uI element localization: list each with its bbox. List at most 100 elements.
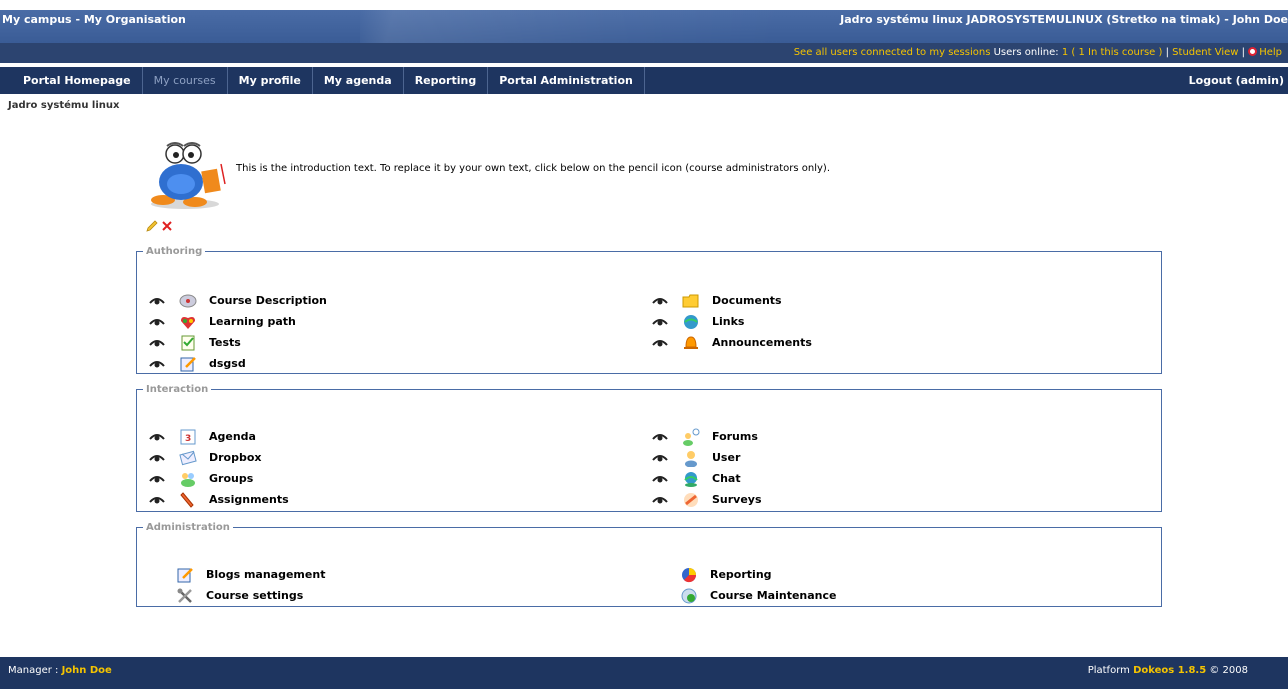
authoring-left-column: Course Description Learning path Tests d…	[149, 290, 327, 374]
user-status-bar: See all users connected to my sessions U…	[0, 43, 1288, 63]
student-view-link[interactable]: Student View	[1172, 47, 1238, 58]
interaction-section: Interaction 3 Agenda Dropbox Groups Assi…	[136, 384, 1162, 512]
interaction-left-column: 3 Agenda Dropbox Groups Assignments	[149, 426, 289, 510]
visibility-eye-icon[interactable]	[149, 296, 165, 306]
envelope-icon	[179, 450, 197, 465]
tool-dsgsd[interactable]: dsgsd	[149, 353, 327, 374]
delete-icon[interactable]	[161, 220, 173, 232]
tool-label: Announcements	[712, 336, 812, 349]
in-course-count[interactable]: ( 1 In this course )	[1068, 47, 1162, 58]
tool-label: User	[712, 451, 741, 464]
tool-label: Surveys	[712, 493, 762, 506]
tab-my-courses[interactable]: My courses	[143, 67, 228, 94]
manager-link[interactable]: John Doe	[62, 665, 112, 676]
forums-icon	[683, 428, 700, 446]
tool-label: Chat	[712, 472, 741, 485]
tool-label: Dropbox	[209, 451, 262, 464]
tool-user[interactable]: User	[652, 447, 762, 468]
pencil-icon[interactable]	[146, 220, 158, 232]
visibility-eye-icon[interactable]	[652, 474, 668, 484]
tab-reporting[interactable]: Reporting	[404, 67, 489, 94]
tool-label: Assignments	[209, 493, 289, 506]
tool-blogs-management[interactable]: Blogs management	[176, 564, 325, 585]
tool-reporting[interactable]: Reporting	[680, 564, 836, 585]
course-description-icon	[179, 294, 197, 307]
intro-text: This is the introduction text. To replac…	[236, 163, 830, 174]
nav-tabs: Portal Homepage My courses My profile My…	[12, 67, 645, 94]
footer: Manager : John Doe Platform Dokeos 1.8.5…	[0, 657, 1288, 689]
users-online-label: Users online:	[990, 47, 1062, 58]
tool-chat[interactable]: Chat	[652, 468, 762, 489]
help-icon[interactable]	[1248, 47, 1258, 56]
visibility-eye-icon[interactable]	[149, 453, 165, 463]
tab-my-profile[interactable]: My profile	[228, 67, 313, 94]
tool-surveys[interactable]: Surveys	[652, 489, 762, 510]
globe-icon	[684, 314, 698, 329]
copyright: © 2008	[1206, 665, 1248, 676]
logout-link[interactable]: Logout (admin)	[1189, 67, 1284, 94]
tool-forums[interactable]: Forums	[652, 426, 762, 447]
tool-label: Reporting	[710, 568, 772, 581]
tool-groups[interactable]: Groups	[149, 468, 289, 489]
interaction-right-column: Forums User Chat Surveys	[652, 426, 762, 510]
interaction-legend: Interaction	[146, 384, 209, 395]
platform-link[interactable]: Dokeos 1.8.5	[1133, 665, 1206, 676]
visibility-eye-icon[interactable]	[149, 432, 165, 442]
visibility-eye-icon[interactable]	[149, 338, 165, 348]
tool-assignments[interactable]: Assignments	[149, 489, 289, 510]
tool-learning-path[interactable]: Learning path	[149, 311, 327, 332]
maintenance-icon	[681, 588, 697, 603]
campus-header: My campus - My Organisation Jadro systém…	[0, 10, 1288, 43]
tab-my-agenda[interactable]: My agenda	[313, 67, 404, 94]
mascot-image	[151, 142, 226, 209]
tool-label: Agenda	[209, 430, 256, 443]
platform-label: Platform	[1087, 665, 1134, 676]
visibility-eye-icon[interactable]	[149, 495, 165, 505]
svg-text:3: 3	[185, 434, 191, 444]
footer-manager: Manager : John Doe	[8, 665, 112, 676]
tool-course-description[interactable]: Course Description	[149, 290, 327, 311]
administration-right-column: Reporting Course Maintenance	[680, 564, 836, 606]
course-info: Jadro systému linux JADROSYSTEMULINUX (S…	[840, 13, 1288, 26]
title-separator: -	[71, 13, 84, 26]
campus-link[interactable]: My campus	[2, 13, 72, 26]
tool-tests[interactable]: Tests	[149, 332, 327, 353]
visibility-eye-icon[interactable]	[652, 296, 668, 306]
visibility-eye-icon[interactable]	[149, 317, 165, 327]
tool-documents[interactable]: Documents	[652, 290, 812, 311]
tool-course-settings[interactable]: Course settings	[176, 585, 325, 606]
user-status-content: See all users connected to my sessions U…	[794, 47, 1282, 58]
tool-label: Documents	[712, 294, 782, 307]
tool-announcements[interactable]: Announcements	[652, 332, 812, 353]
tool-label: Tests	[209, 336, 241, 349]
authoring-section: Authoring Course Description Learning pa…	[136, 246, 1162, 374]
visibility-eye-icon[interactable]	[652, 453, 668, 463]
tab-portal-administration[interactable]: Portal Administration	[488, 67, 645, 94]
tool-label: Course Maintenance	[710, 589, 837, 602]
tool-label: dsgsd	[209, 357, 246, 370]
visibility-eye-icon[interactable]	[149, 359, 165, 369]
tab-portal-homepage[interactable]: Portal Homepage	[12, 67, 143, 94]
visibility-eye-icon[interactable]	[652, 495, 668, 505]
help-link[interactable]: Help	[1259, 47, 1282, 58]
administration-legend: Administration	[146, 522, 230, 533]
visibility-eye-icon[interactable]	[149, 474, 165, 484]
visibility-eye-icon[interactable]	[652, 432, 668, 442]
manager-label: Manager :	[8, 665, 62, 676]
tool-agenda[interactable]: 3 Agenda	[149, 426, 289, 447]
breadcrumb[interactable]: Jadro systému linux	[8, 100, 119, 111]
visibility-eye-icon[interactable]	[652, 338, 668, 348]
header-decoration	[360, 10, 780, 43]
pipe-separator: |	[1238, 47, 1249, 58]
tool-course-maintenance[interactable]: Course Maintenance	[680, 585, 836, 606]
tool-dropbox[interactable]: Dropbox	[149, 447, 289, 468]
authoring-right-column: Documents Links Announcements	[652, 290, 812, 353]
pen-icon	[180, 491, 194, 508]
survey-icon	[684, 492, 698, 507]
visibility-eye-icon[interactable]	[652, 317, 668, 327]
connected-users-link[interactable]: See all users connected to my sessions	[794, 47, 991, 58]
tool-label: Learning path	[209, 315, 296, 328]
tool-links[interactable]: Links	[652, 311, 812, 332]
organisation-link[interactable]: My Organisation	[84, 13, 186, 26]
chat-icon	[684, 471, 698, 487]
